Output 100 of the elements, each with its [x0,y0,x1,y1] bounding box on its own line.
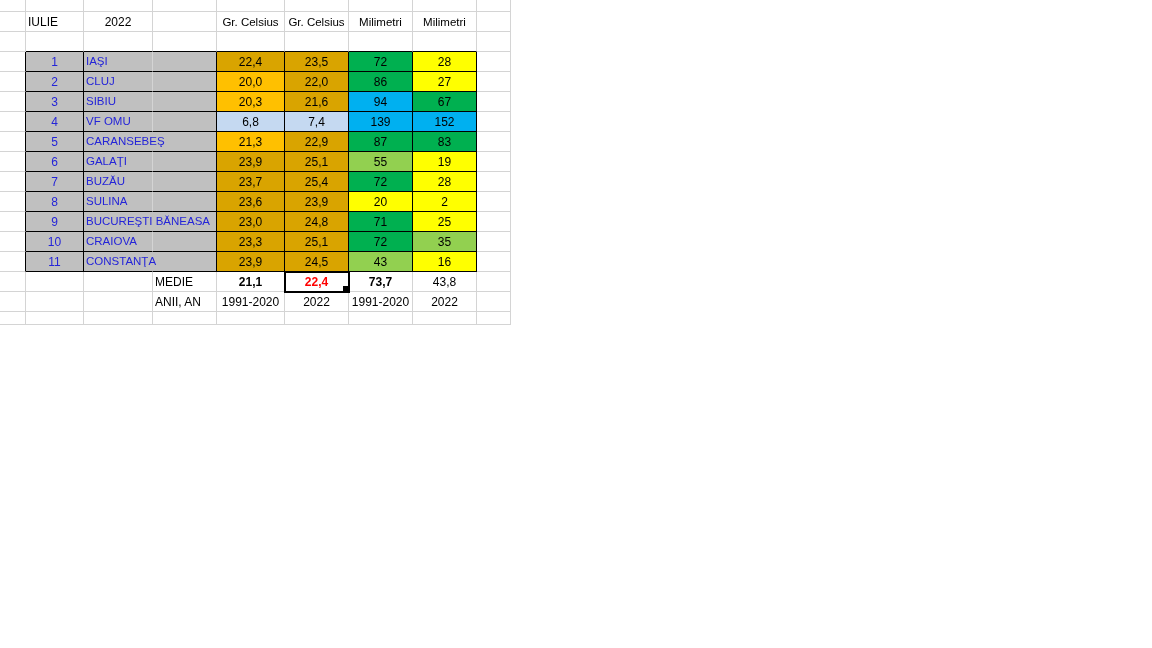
table-cell: 2022 [413,292,477,312]
table-cell: 25 [413,212,477,232]
empty-cell [217,0,285,12]
empty-cell [477,312,511,325]
table-cell: 2 [26,72,84,92]
empty-cell [0,32,26,52]
station-name: BUCUREŞTI BĂNEASA [86,212,210,231]
table-cell: 28 [413,172,477,192]
table-cell: Milimetri [349,12,413,32]
table-cell: 21,6 [285,92,349,112]
station-name: CONSTANŢA [86,252,157,271]
empty-cell [153,312,217,325]
empty-cell [84,0,153,12]
empty-cell [477,12,511,32]
table-cell: 10 [26,232,84,252]
empty-cell [349,0,413,12]
empty-cell [0,312,26,325]
table-cell[interactable]: 73,7 [349,272,413,292]
table-cell: 94 [349,92,413,112]
table-cell: 6 [26,152,84,172]
empty-cell [413,312,477,325]
table-cell: 2022 [84,12,153,32]
empty-cell [84,292,153,312]
table-cell: 25,1 [285,152,349,172]
table-cell: 28 [413,52,477,72]
table-cell: 23,6 [217,192,285,212]
table-cell: 7,4 [285,112,349,132]
empty-cell [26,272,84,292]
table-cell: 27 [413,72,477,92]
empty-cell [477,272,511,292]
empty-cell [349,312,413,325]
table-cell: 35 [413,232,477,252]
table-cell: 8 [26,192,84,212]
table-cell: 1991-2020 [217,292,285,312]
table-cell: 87 [349,132,413,152]
empty-cell [153,12,217,32]
table-cell: 23,9 [285,192,349,212]
table-cell: 1 [26,52,84,72]
table-cell: 1991-2020 [349,292,413,312]
table-cell: 22,4 [217,52,285,72]
empty-cell [0,0,26,12]
table-cell: 25,4 [285,172,349,192]
table-cell[interactable]: 22,4 [285,272,349,292]
table-cell: 72 [349,172,413,192]
table-cell: IULIE [26,12,84,32]
empty-cell [26,312,84,325]
table-cell: 19 [413,152,477,172]
table-cell: 24,8 [285,212,349,232]
table-cell: 22,9 [285,132,349,152]
empty-cell [413,0,477,12]
empty-cell [477,0,511,12]
table-cell: 23,0 [217,212,285,232]
fill-handle[interactable] [343,286,348,291]
table-cell: 23,7 [217,172,285,192]
empty-cell [0,272,26,292]
table-cell: 139 [349,112,413,132]
empty-cell [84,312,153,325]
table-cell: 23,3 [217,232,285,252]
table-cell: 2 [413,192,477,212]
table-cell: 20,0 [217,72,285,92]
table-cell: 11 [26,252,84,272]
table-cell: 152 [413,112,477,132]
table-cell: 24,5 [285,252,349,272]
table-cell: Gr. Celsius [285,12,349,32]
table-cell: Gr. Celsius [217,12,285,32]
table-cell: 20,3 [217,92,285,112]
table-cell: 86 [349,72,413,92]
table-cell: 3 [26,92,84,112]
empty-cell [26,0,84,12]
empty-cell [0,292,26,312]
empty-cell [285,312,349,325]
table-cell: MEDIE [153,272,217,292]
table-cell: 21,3 [217,132,285,152]
table-cell: 16 [413,252,477,272]
table-cell: 25,1 [285,232,349,252]
table-cell: 22,0 [285,72,349,92]
empty-cell [153,0,217,12]
station-name: CARANSEBEŞ [86,132,165,151]
empty-cell [477,32,511,52]
table-cell: 72 [349,232,413,252]
table-cell: ANII, AN [153,292,217,312]
empty-cell [26,292,84,312]
table-cell[interactable]: 21,1 [217,272,285,292]
empty-cell [477,292,511,312]
table-cell: 67 [413,92,477,112]
table-cell: 7 [26,172,84,192]
table-cell: 71 [349,212,413,232]
table-cell: 4 [26,112,84,132]
table-cell: 23,9 [217,152,285,172]
table-cell: 6,8 [217,112,285,132]
table-cell: 23,5 [285,52,349,72]
table-cell: Milimetri [413,12,477,32]
table-cell: 55 [349,152,413,172]
table-cell: 72 [349,52,413,72]
table-cell: 2022 [285,292,349,312]
empty-cell [217,312,285,325]
table-cell[interactable]: 43,8 [413,272,477,292]
empty-cell [285,0,349,12]
table-cell: 43 [349,252,413,272]
table-cell: 23,9 [217,252,285,272]
